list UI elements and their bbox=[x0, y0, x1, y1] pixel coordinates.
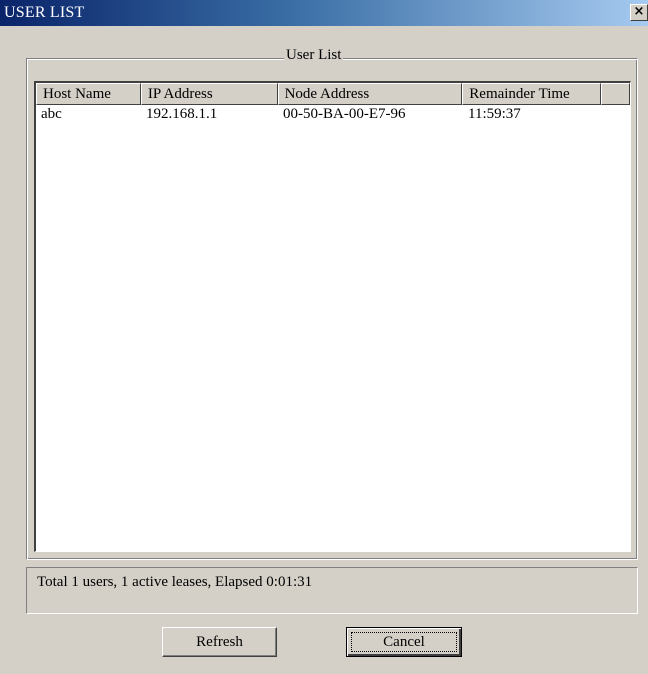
window-title: USER LIST bbox=[4, 4, 85, 21]
column-header-ip-address[interactable]: IP Address bbox=[140, 83, 278, 105]
status-text: Total 1 users, 1 active leases, Elapsed … bbox=[37, 574, 313, 590]
table-row[interactable]: abc 192.168.1.1 00-50-BA-00-E7-96 11:59:… bbox=[36, 105, 630, 123]
column-header-host-name[interactable]: Host Name bbox=[36, 83, 141, 105]
groupbox-legend: User List bbox=[284, 47, 344, 64]
column-header-filler bbox=[601, 83, 630, 105]
cell-host-name: abc bbox=[41, 106, 62, 122]
column-header-remainder-time[interactable]: Remainder Time bbox=[462, 83, 602, 105]
cell-node-address: 00-50-BA-00-E7-96 bbox=[283, 106, 406, 122]
status-panel: Total 1 users, 1 active leases, Elapsed … bbox=[26, 567, 638, 614]
cancel-button[interactable]: Cancel bbox=[346, 627, 462, 657]
title-bar[interactable]: USER LIST × bbox=[0, 0, 648, 26]
close-icon: × bbox=[633, 4, 645, 19]
refresh-button[interactable]: Refresh bbox=[162, 627, 277, 657]
cell-remainder-time: 11:59:37 bbox=[468, 106, 521, 122]
close-button[interactable]: × bbox=[630, 4, 648, 21]
cell-ip-address: 192.168.1.1 bbox=[146, 106, 218, 122]
table-header: Host Name IP Address Node Address Remain… bbox=[36, 83, 630, 105]
column-header-node-address[interactable]: Node Address bbox=[277, 83, 463, 105]
user-list-table[interactable]: Host Name IP Address Node Address Remain… bbox=[34, 81, 631, 552]
cancel-button-label: Cancel bbox=[351, 632, 457, 652]
